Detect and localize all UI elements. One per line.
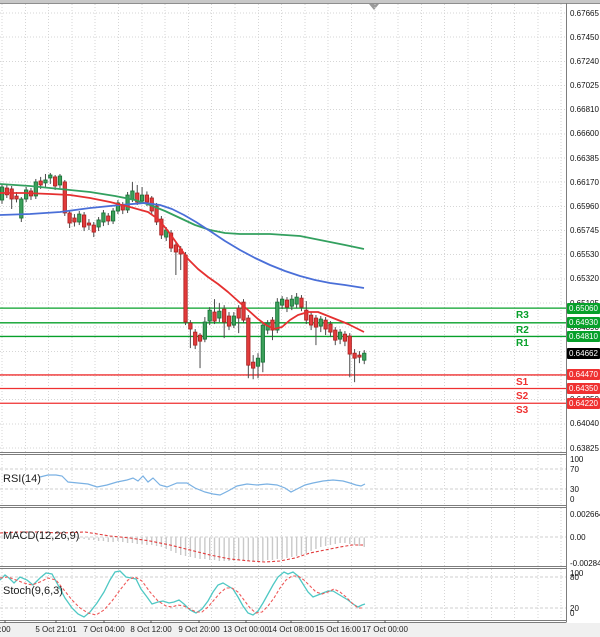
time-axis-label: :00 — [0, 625, 11, 634]
price-axis-label: 0.63825 — [570, 444, 599, 453]
level-label-r3: R3 — [516, 310, 529, 321]
price-axis-label: 0.64040 — [570, 419, 599, 428]
level-price-badge: 0.64810 — [567, 331, 600, 342]
level-label-s2: S2 — [516, 391, 528, 402]
level-label-s3: S3 — [516, 405, 528, 416]
time-axis-label: 9 Oct 20:00 — [178, 625, 219, 634]
level-label-r2: R2 — [516, 325, 529, 336]
stoch-axis-label: 0 — [570, 609, 574, 618]
macd-indicator-label: MACD(12,26,9) — [3, 530, 79, 542]
rsi-axis-label: 30 — [570, 485, 579, 494]
time-axis-label: 15 Oct 16:00 — [315, 625, 361, 634]
price-axis-label: 0.66170 — [570, 178, 599, 187]
time-axis-label: 5 Oct 21:01 — [35, 625, 76, 634]
time-axis-label: 13 Oct 00:00 — [223, 625, 269, 634]
level-price-badge: 0.64930 — [567, 317, 600, 328]
price-axis-label: 0.65320 — [570, 274, 599, 283]
level-price-badge: 0.64220 — [567, 398, 600, 409]
trading-chart-window: RSI(14) MACD(12,26,9) Stoch(9,6,3) R3 R2 R… — [0, 0, 600, 637]
price-axis-label: 0.66600 — [570, 129, 599, 138]
level-label-r1: R1 — [516, 338, 529, 349]
macd-axis-label: 0.002664 — [570, 510, 600, 519]
price-axis-label: 0.66385 — [570, 154, 599, 163]
price-axis-label: 0.67240 — [570, 57, 599, 66]
stoch-axis-label: 80 — [570, 573, 579, 582]
rsi-axis-label: 70 — [570, 465, 579, 474]
time-axis-label: 7 Oct 04:00 — [83, 625, 124, 634]
stoch-indicator-label: Stoch(9,6,3) — [3, 585, 63, 597]
rsi-axis-label: 0 — [570, 495, 574, 504]
price-axis-label: 0.67025 — [570, 81, 599, 90]
rsi-indicator-label: RSI(14) — [3, 473, 41, 485]
price-axis-label: 0.65530 — [570, 250, 599, 259]
level-price-badge: 0.65060 — [567, 303, 600, 314]
time-axis-label: 8 Oct 12:00 — [130, 625, 171, 634]
time-axis-label: 17 Oct 00:00 — [362, 625, 408, 634]
level-price-badge: 0.64350 — [567, 383, 600, 394]
macd-axis-label: -0.002849 — [570, 559, 600, 568]
current-price-badge: 0.64662 — [567, 348, 600, 359]
level-price-badge: 0.64470 — [567, 369, 600, 380]
macd-axis-label: 0.00 — [570, 533, 586, 542]
level-label-s1: S1 — [516, 377, 528, 388]
price-axis-label: 0.67665 — [570, 9, 599, 18]
price-axis-label: 0.65960 — [570, 202, 599, 211]
price-axis-label: 0.65745 — [570, 226, 599, 235]
price-axis-label: 0.67450 — [570, 33, 599, 42]
time-axis-label: 14 Oct 08:00 — [268, 625, 314, 634]
rsi-axis-label: 100 — [570, 455, 583, 464]
labels-layer: RSI(14) MACD(12,26,9) Stoch(9,6,3) R3 R2 R… — [0, 0, 600, 637]
price-axis-label: 0.66810 — [570, 105, 599, 114]
